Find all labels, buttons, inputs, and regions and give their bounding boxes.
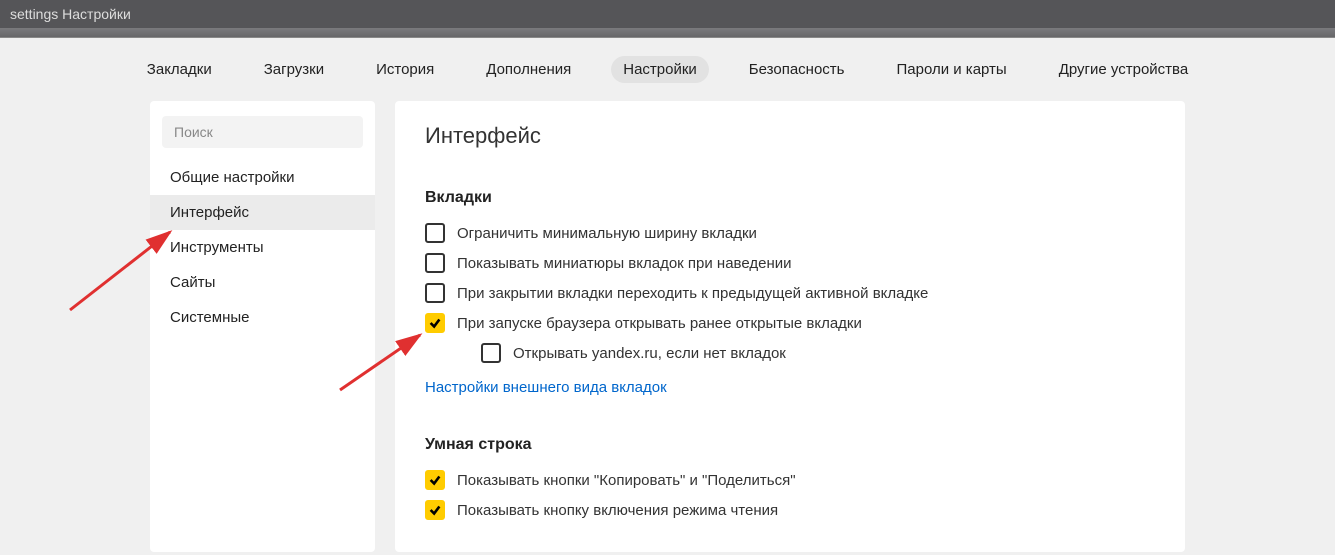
nav-history[interactable]: История: [364, 56, 446, 83]
sidebar-item-system[interactable]: Системные: [150, 300, 375, 335]
checkbox-copy-share[interactable]: [425, 470, 445, 490]
sidebar-item-sites[interactable]: Сайты: [150, 265, 375, 300]
option-label[interactable]: При закрытии вкладки переходить к предыд…: [457, 285, 928, 302]
link-tab-appearance[interactable]: Настройки внешнего вида вкладок: [425, 379, 667, 396]
window-title-text: settings Настройки: [10, 6, 131, 22]
option-label[interactable]: При запуске браузера открывать ранее отк…: [457, 315, 862, 332]
nav-security[interactable]: Безопасность: [737, 56, 857, 83]
sidebar-item-interface[interactable]: Интерфейс: [150, 195, 375, 230]
nav-addons[interactable]: Дополнения: [474, 56, 583, 83]
search-input[interactable]: Поиск: [162, 116, 363, 148]
section-tabs-title: Вкладки: [425, 189, 1155, 207]
window-titlebar: settings Настройки: [0, 0, 1335, 28]
settings-sidebar: Поиск Общие настройки Интерфейс Инструме…: [150, 101, 375, 552]
checkbox-limit-tab-width[interactable]: [425, 223, 445, 243]
titlebar-divider: [0, 28, 1335, 38]
checkbox-close-previous[interactable]: [425, 283, 445, 303]
option-label[interactable]: Открывать yandex.ru, если нет вкладок: [513, 345, 786, 362]
top-navigation: Закладки Загрузки История Дополнения Нас…: [0, 38, 1335, 101]
sidebar-item-general[interactable]: Общие настройки: [150, 160, 375, 195]
option-label[interactable]: Ограничить минимальную ширину вкладки: [457, 225, 757, 242]
nav-devices[interactable]: Другие устройства: [1047, 56, 1200, 83]
nav-downloads[interactable]: Загрузки: [252, 56, 336, 83]
option-restore-tabs: При запуске браузера открывать ранее отк…: [425, 313, 1155, 333]
checkbox-tab-thumbnails[interactable]: [425, 253, 445, 273]
sidebar-item-tools[interactable]: Инструменты: [150, 230, 375, 265]
nav-bookmarks[interactable]: Закладки: [135, 56, 224, 83]
checkbox-reader-mode[interactable]: [425, 500, 445, 520]
checkbox-open-yandex[interactable]: [481, 343, 501, 363]
settings-content: Интерфейс Вкладки Ограничить минимальную…: [395, 101, 1185, 552]
nav-settings[interactable]: Настройки: [611, 56, 709, 83]
page-title: Интерфейс: [425, 123, 1155, 149]
option-limit-tab-width: Ограничить минимальную ширину вкладки: [425, 223, 1155, 243]
checkbox-restore-tabs[interactable]: [425, 313, 445, 333]
option-open-yandex: Открывать yandex.ru, если нет вкладок: [481, 343, 1155, 363]
option-close-previous: При закрытии вкладки переходить к предыд…: [425, 283, 1155, 303]
option-tab-thumbnails: Показывать миниатюры вкладок при наведен…: [425, 253, 1155, 273]
section-smartline-title: Умная строка: [425, 436, 1155, 454]
option-label[interactable]: Показывать кнопку включения режима чтени…: [457, 502, 778, 519]
option-label[interactable]: Показывать миниатюры вкладок при наведен…: [457, 255, 792, 272]
option-label[interactable]: Показывать кнопки "Копировать" и "Подели…: [457, 472, 796, 489]
option-copy-share: Показывать кнопки "Копировать" и "Подели…: [425, 470, 1155, 490]
nav-passwords[interactable]: Пароли и карты: [884, 56, 1018, 83]
option-reader-mode: Показывать кнопку включения режима чтени…: [425, 500, 1155, 520]
